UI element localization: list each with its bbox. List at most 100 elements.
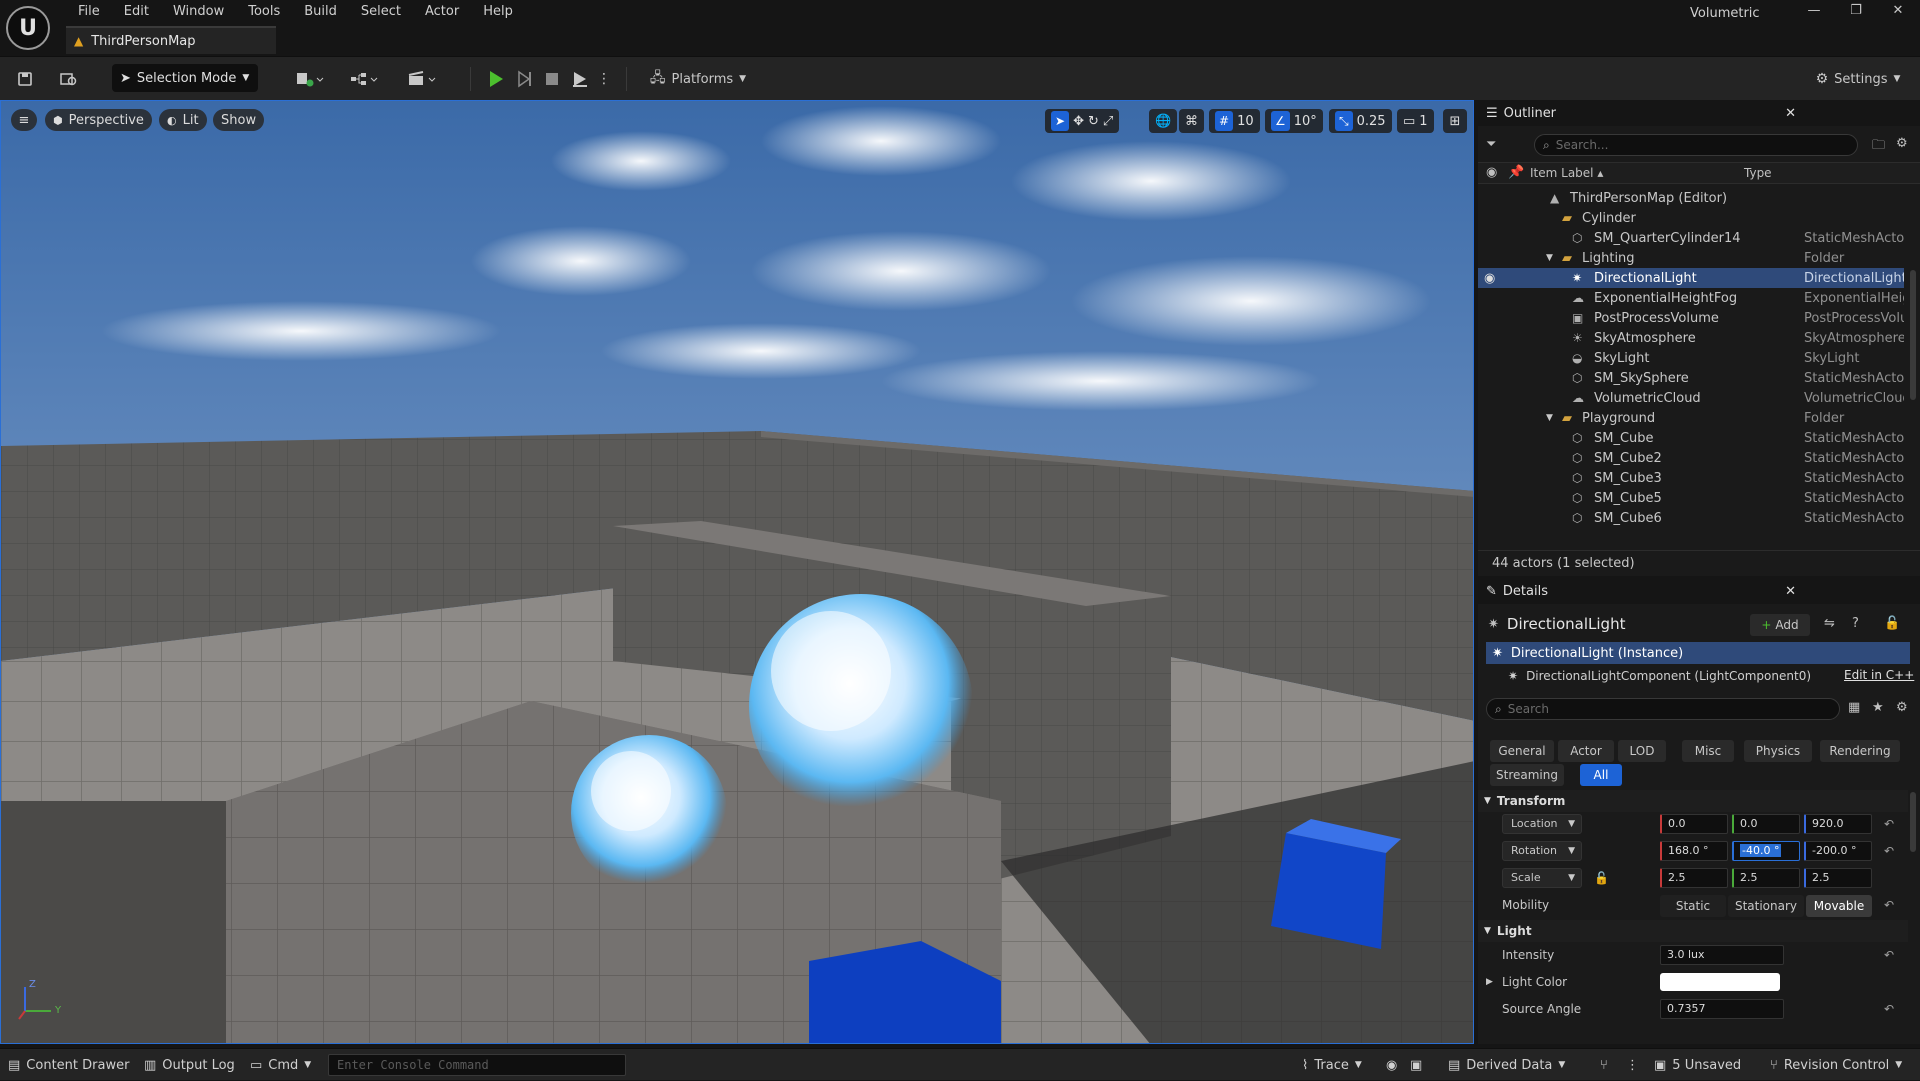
location-dropdown[interactable]: Location ▼ bbox=[1502, 814, 1582, 834]
scale-x-input[interactable]: 2.5 bbox=[1660, 868, 1728, 888]
source-control-icon[interactable]: ⑂ bbox=[1600, 1049, 1608, 1081]
type-column[interactable]: Type bbox=[1744, 166, 1772, 180]
help-icon[interactable]: ? bbox=[1852, 616, 1859, 631]
component-row[interactable]: ✷ DirectionalLightComponent (LightCompon… bbox=[1508, 666, 1811, 686]
menu-edit[interactable]: Edit bbox=[112, 2, 161, 22]
rotation-x-input[interactable]: 168.0 ° bbox=[1660, 841, 1728, 861]
outliner-row[interactable]: ☀ SkyAtmosphere SkyAtmosphere bbox=[1478, 328, 1904, 348]
filter-actor[interactable]: Actor bbox=[1558, 740, 1614, 762]
selection-mode-dropdown[interactable]: ➤ Selection Mode ▼ bbox=[112, 64, 258, 92]
actor-name[interactable]: DirectionalLight bbox=[1507, 615, 1626, 633]
outliner-row[interactable]: ⬡ SM_QuarterCylinder14 StaticMeshActor bbox=[1478, 228, 1904, 248]
menu-tools[interactable]: Tools bbox=[236, 2, 292, 22]
table-view-icon[interactable]: ▦ bbox=[1848, 700, 1860, 715]
filter-lod[interactable]: LOD bbox=[1618, 740, 1666, 762]
light-section[interactable]: ▼ Light bbox=[1478, 920, 1908, 942]
filter-icon[interactable]: ⏷ bbox=[1486, 134, 1516, 156]
add-actor-icon[interactable] bbox=[290, 65, 330, 93]
outliner-row[interactable]: ⬡ SM_Cube6 StaticMeshActor bbox=[1478, 508, 1904, 528]
details-scrollbar[interactable] bbox=[1910, 792, 1916, 852]
eye-icon[interactable]: ◉ bbox=[1484, 271, 1495, 286]
blueprint-convert-icon[interactable]: ⇋ bbox=[1824, 616, 1835, 631]
select-tool-icon[interactable]: ➤ bbox=[1051, 111, 1070, 131]
intensity-input[interactable]: 3.0 lux bbox=[1660, 945, 1784, 965]
unreal-logo[interactable]: U bbox=[6, 6, 50, 50]
outliner-scrollbar[interactable] bbox=[1910, 270, 1916, 400]
browse-icon[interactable] bbox=[56, 65, 82, 93]
save-icon[interactable] bbox=[12, 65, 38, 93]
outliner-row[interactable]: ⬡ SM_Cube StaticMeshActor bbox=[1478, 428, 1904, 448]
scale-tool-icon[interactable]: ⤢ bbox=[1103, 114, 1113, 129]
reset-icon[interactable]: ↶ bbox=[1884, 948, 1894, 962]
close-outliner-icon[interactable]: ✕ bbox=[1785, 106, 1796, 121]
viewport-menu-button[interactable]: ≡ bbox=[11, 109, 37, 131]
rotation-y-input[interactable]: -40.0 ° bbox=[1732, 841, 1800, 861]
add-component-button[interactable]: + Add bbox=[1750, 614, 1810, 636]
perspective-button[interactable]: ⬢ Perspective bbox=[45, 109, 152, 131]
reset-icon[interactable]: ↶ bbox=[1884, 898, 1894, 912]
rotation-z-input[interactable]: -200.0 ° bbox=[1804, 841, 1872, 861]
scale-lock-icon[interactable]: 🔓 bbox=[1594, 871, 1609, 885]
eject-icon[interactable] bbox=[568, 65, 592, 93]
close-details-icon[interactable]: ✕ bbox=[1785, 584, 1796, 599]
outliner-row[interactable]: ▼ ▰ Playground Folder bbox=[1478, 408, 1904, 428]
outliner-row[interactable]: ▣ PostProcessVolume PostProcessVolu bbox=[1478, 308, 1904, 328]
expand-arrow-icon[interactable]: ▼ bbox=[1546, 413, 1553, 423]
viewport-layout-button[interactable]: ⊞ bbox=[1443, 109, 1467, 133]
stop-icon[interactable] bbox=[540, 65, 564, 93]
menu-actor[interactable]: Actor bbox=[413, 2, 471, 22]
grid-snap-control[interactable]: # 10 bbox=[1209, 109, 1260, 133]
revision-control-dropdown[interactable]: ⑂ Revision Control ▼ bbox=[1770, 1049, 1902, 1081]
viewport-scene[interactable] bbox=[1, 101, 1474, 1044]
level-viewport[interactable]: Z Y ≡ ⬢ Perspective ◐ Lit Show ➤ ✥ ↻ ⤢ 🌐… bbox=[0, 100, 1474, 1044]
outliner-row[interactable]: ☁ ExponentialHeightFog ExponentialHeigh bbox=[1478, 288, 1904, 308]
outliner-row[interactable]: ▼ ▰ Lighting Folder bbox=[1478, 248, 1904, 268]
output-log-button[interactable]: ▥ Output Log bbox=[144, 1049, 235, 1081]
mobility-movable[interactable]: Movable bbox=[1806, 895, 1872, 917]
outliner-settings-icon[interactable]: ⚙ bbox=[1896, 136, 1908, 151]
show-button[interactable]: Show bbox=[213, 109, 265, 131]
outliner-row[interactable]: ▲ ThirdPersonMap (Editor) bbox=[1478, 188, 1904, 208]
tab-thirdpersonmap[interactable]: ▲ ThirdPersonMap bbox=[66, 26, 276, 54]
outliner-row[interactable]: ☁ VolumetricCloud VolumetricCloud bbox=[1478, 388, 1904, 408]
outliner-row-selected[interactable]: ◉ ✷ DirectionalLight DirectionalLight bbox=[1478, 268, 1904, 288]
outliner-row[interactable]: ⬡ SM_Cube2 StaticMeshActor bbox=[1478, 448, 1904, 468]
filter-all[interactable]: All bbox=[1580, 764, 1622, 786]
trace-dropdown[interactable]: ⌇ Trace ▼ bbox=[1302, 1049, 1362, 1081]
source-angle-input[interactable]: 0.7357 bbox=[1660, 999, 1784, 1019]
content-drawer-button[interactable]: ▤ Content Drawer bbox=[8, 1049, 129, 1081]
menu-file[interactable]: File bbox=[66, 2, 112, 22]
outliner-row[interactable]: ⬡ SM_SkySphere StaticMeshActor bbox=[1478, 368, 1904, 388]
more-options-icon[interactable]: ⋮ bbox=[1626, 1049, 1639, 1081]
world-local-toggle[interactable]: 🌐 bbox=[1149, 109, 1178, 133]
cmd-dropdown[interactable]: ▭ Cmd ▼ bbox=[250, 1049, 311, 1081]
scale-z-input[interactable]: 2.5 bbox=[1804, 868, 1872, 888]
item-label-column[interactable]: Item Label ▴ bbox=[1530, 166, 1603, 180]
outliner-row[interactable]: ⬡ SM_Cube5 StaticMeshActor bbox=[1478, 488, 1904, 508]
minimize-icon[interactable]: — bbox=[1794, 0, 1834, 24]
lit-button[interactable]: ◐ Lit bbox=[159, 109, 207, 131]
filter-streaming[interactable]: Streaming bbox=[1490, 764, 1564, 786]
platforms-dropdown[interactable]: 🖧 Platforms ▼ bbox=[650, 65, 746, 93]
close-window-icon[interactable]: ✕ bbox=[1878, 0, 1918, 24]
transform-section[interactable]: ▼ Transform bbox=[1478, 790, 1908, 812]
play-options-icon[interactable]: ⋮ bbox=[596, 65, 612, 93]
outliner-row[interactable]: ▰ Cylinder bbox=[1478, 208, 1904, 228]
filter-rendering[interactable]: Rendering bbox=[1820, 740, 1900, 762]
derived-data-dropdown[interactable]: ▤ Derived Data ▼ bbox=[1448, 1049, 1565, 1081]
location-z-input[interactable]: 920.0 bbox=[1804, 814, 1872, 834]
scale-dropdown[interactable]: Scale ▼ bbox=[1502, 868, 1582, 888]
favorite-star-icon[interactable]: ★ bbox=[1872, 700, 1884, 715]
menu-window[interactable]: Window bbox=[161, 2, 236, 22]
light-color-swatch[interactable] bbox=[1660, 973, 1780, 991]
details-settings-icon[interactable]: ⚙ bbox=[1896, 700, 1908, 715]
expand-arrow-icon[interactable]: ▼ bbox=[1546, 253, 1553, 263]
rotation-dropdown[interactable]: Rotation ▼ bbox=[1502, 841, 1582, 861]
location-x-input[interactable]: 0.0 bbox=[1660, 814, 1728, 834]
rotate-tool-icon[interactable]: ↻ bbox=[1088, 114, 1099, 129]
reset-icon[interactable]: ↶ bbox=[1884, 817, 1894, 831]
rotation-snap-control[interactable]: ∠ 10° bbox=[1265, 109, 1323, 133]
outliner-row[interactable]: ◒ SkyLight SkyLight bbox=[1478, 348, 1904, 368]
filter-general[interactable]: General bbox=[1490, 740, 1554, 762]
mobility-static[interactable]: Static bbox=[1660, 895, 1726, 917]
